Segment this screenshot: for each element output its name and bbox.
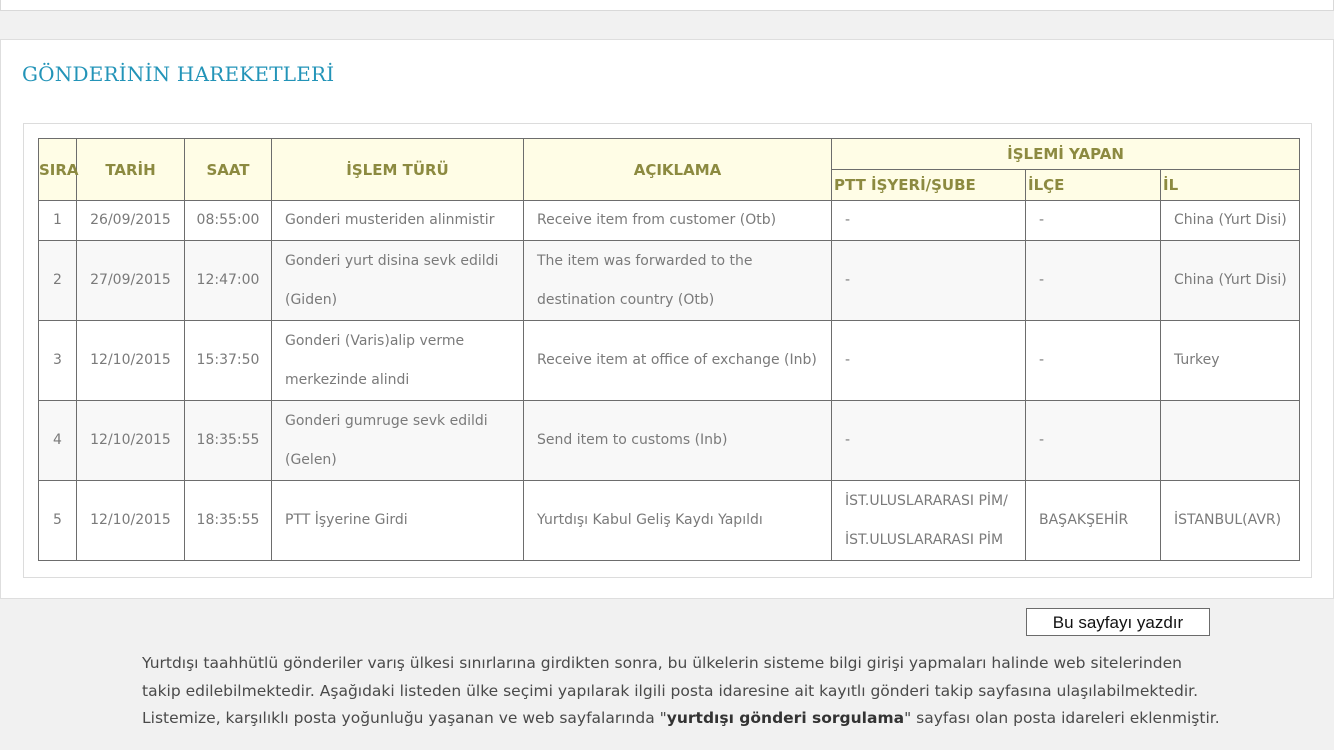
cell-islem-turu-line: PTT İşyerine Girdi — [285, 512, 408, 528]
cell-tarih: 26/09/2015 — [76, 200, 185, 241]
cell-aciklama: Receive item at office of exchange (Inb) — [523, 320, 832, 401]
cell-saat: 08:55:00 — [184, 200, 272, 241]
cell-il: Turkey — [1159, 320, 1301, 401]
cell-islem-turu: Gonderi gumruge sevk edildi (Gelen) — [271, 400, 524, 481]
cell-isyeri-line: - — [845, 352, 851, 368]
cell-islem-turu: Gonderi yurt disina sevk edildi (Giden) — [271, 240, 524, 321]
cell-il — [1159, 400, 1301, 481]
cell-tarih: 27/09/2015 — [76, 240, 185, 321]
cell-islem-turu-line: merkezinde alindi — [285, 371, 410, 388]
cell-islem-turu-line: Gonderi (Varis)alip verme — [285, 332, 465, 349]
header-il: İL — [1159, 169, 1301, 201]
cell-saat: 15:37:50 — [184, 320, 272, 401]
cell-islem-turu: PTT İşyerine Girdi — [271, 480, 524, 561]
cell-ilce: - — [1025, 400, 1161, 481]
cell-il: China (Yurt Disi) — [1159, 240, 1301, 321]
table-row: 2 27/09/2015 12:47:00 Gonderi yurt disina s… — [38, 240, 1301, 321]
cell-aciklama: The item was forwarded to the destination… — [523, 240, 832, 321]
cell-isyeri-line: - — [845, 272, 851, 288]
header-isyeri: PTT İŞYERİ/ŞUBE — [831, 169, 1026, 201]
cell-islem-turu-line: Gonderi yurt disina sevk edildi — [285, 252, 499, 269]
cell-isyeri: - — [831, 400, 1026, 481]
cell-islem-turu-line: (Giden) — [285, 291, 338, 308]
cell-ilce: - — [1025, 240, 1161, 321]
table-frame: SIRA TARİH SAAT İŞLEM TÜRÜ AÇIKLAMA İŞLE… — [23, 123, 1312, 578]
cell-tarih: 12/10/2015 — [76, 480, 185, 561]
cell-tarih: 12/10/2015 — [76, 320, 185, 401]
cell-saat: 18:35:55 — [184, 400, 272, 481]
cell-sira: 5 — [38, 480, 77, 561]
cell-aciklama-line: Send item to customs (Inb) — [537, 432, 728, 448]
cell-isyeri-line: İST.ULUSLARARASI PİM/ — [845, 492, 1008, 509]
header-islemi-yapan: İŞLEMİ YAPAN — [830, 138, 1301, 170]
header-sira: SIRA — [38, 138, 79, 201]
cell-isyeri: - — [831, 200, 1026, 241]
cell-tarih: 12/10/2015 — [76, 400, 185, 481]
cell-aciklama-line: Receive item at office of exchange (Inb) — [537, 352, 817, 368]
cell-isyeri: - — [831, 240, 1026, 321]
header-ilce: İLÇE — [1025, 169, 1161, 201]
header-saat: SAAT — [184, 138, 272, 201]
cell-aciklama-line: The item was forwarded to the — [537, 252, 753, 269]
header-aciklama: AÇIKLAMA — [523, 138, 832, 201]
cell-ilce: - — [1025, 320, 1161, 401]
cell-ilce: - — [1025, 200, 1161, 241]
cell-sira: 1 — [38, 200, 77, 241]
cell-aciklama: Receive item from customer (Otb) — [523, 200, 832, 241]
cell-isyeri: - — [831, 320, 1026, 401]
movements-table: SIRA TARİH SAAT İŞLEM TÜRÜ AÇIKLAMA İŞLE… — [38, 138, 1301, 561]
cell-isyeri-line: - — [845, 212, 851, 228]
cell-il: China (Yurt Disi) — [1159, 200, 1301, 241]
cell-islem-turu-line: (Gelen) — [285, 451, 337, 468]
cell-aciklama-line: Receive item from customer (Otb) — [537, 212, 777, 228]
cell-isyeri-line: İST.ULUSLARARASI PİM — [845, 531, 1004, 548]
cell-isyeri-line: - — [845, 432, 851, 448]
top-strip — [0, 0, 1334, 11]
cell-ilce: BAŞAKŞEHİR — [1025, 480, 1161, 561]
cell-aciklama: Send item to customs (Inb) — [523, 400, 832, 481]
cell-aciklama-line: destination country (Otb) — [537, 291, 715, 308]
table-row: 4 12/10/2015 18:35:55 Gonderi gumruge sevk … — [38, 400, 1301, 481]
cell-aciklama-line: Yurtdışı Kabul Geliş Kaydı Yapıldı — [537, 512, 763, 528]
movements-table-body: 1 26/09/2015 08:55:00 Gonderi musteriden al… — [38, 200, 1301, 561]
cell-islem-turu-line: Gonderi musteriden alinmistir — [285, 212, 495, 228]
cell-saat: 12:47:00 — [184, 240, 272, 321]
cell-sira: 4 — [38, 400, 77, 481]
table-row: 5 12/10/2015 18:35:55 PTT İşyerine Girdi Yur… — [38, 480, 1301, 561]
cell-sira: 2 — [38, 240, 77, 321]
info-text-bold: yurtdışı gönderi sorgulama — [666, 709, 905, 727]
info-paragraph: Yurtdışı taahhütlü gönderiler varış ülke… — [142, 650, 1222, 733]
cell-islem-turu: Gonderi musteriden alinmistir — [271, 200, 524, 241]
shipment-movements-panel: GÖNDERİNİN HAREKETLERİ SIRA TARİH SAAT İ… — [0, 39, 1334, 599]
section-title: GÖNDERİNİN HAREKETLERİ — [22, 62, 335, 86]
cell-islem-turu: Gonderi (Varis)alip verme merkezinde alin… — [271, 320, 524, 401]
header-tarih: TARİH — [76, 138, 185, 201]
cell-isyeri: İST.ULUSLARARASI PİM/İST.ULUSLARARASI Pİ… — [831, 480, 1026, 561]
cell-sira: 3 — [38, 320, 77, 401]
cell-aciklama: Yurtdışı Kabul Geliş Kaydı Yapıldı — [523, 480, 832, 561]
cell-il: İSTANBUL(AVR) — [1159, 480, 1301, 561]
cell-saat: 18:35:55 — [184, 480, 272, 561]
table-row: 1 26/09/2015 08:55:00 Gonderi musteriden al… — [38, 200, 1301, 241]
header-islem-turu: İŞLEM TÜRÜ — [271, 138, 524, 201]
print-page-button[interactable]: Bu sayfayı yazdır — [1026, 608, 1210, 636]
table-row: 3 12/10/2015 15:37:50 Gonderi (Varis)alip v… — [38, 320, 1301, 401]
cell-islem-turu-line: Gonderi gumruge sevk edildi — [285, 412, 488, 429]
info-text-part2: " sayfası olan posta idareleri eklenmişt… — [904, 709, 1220, 727]
